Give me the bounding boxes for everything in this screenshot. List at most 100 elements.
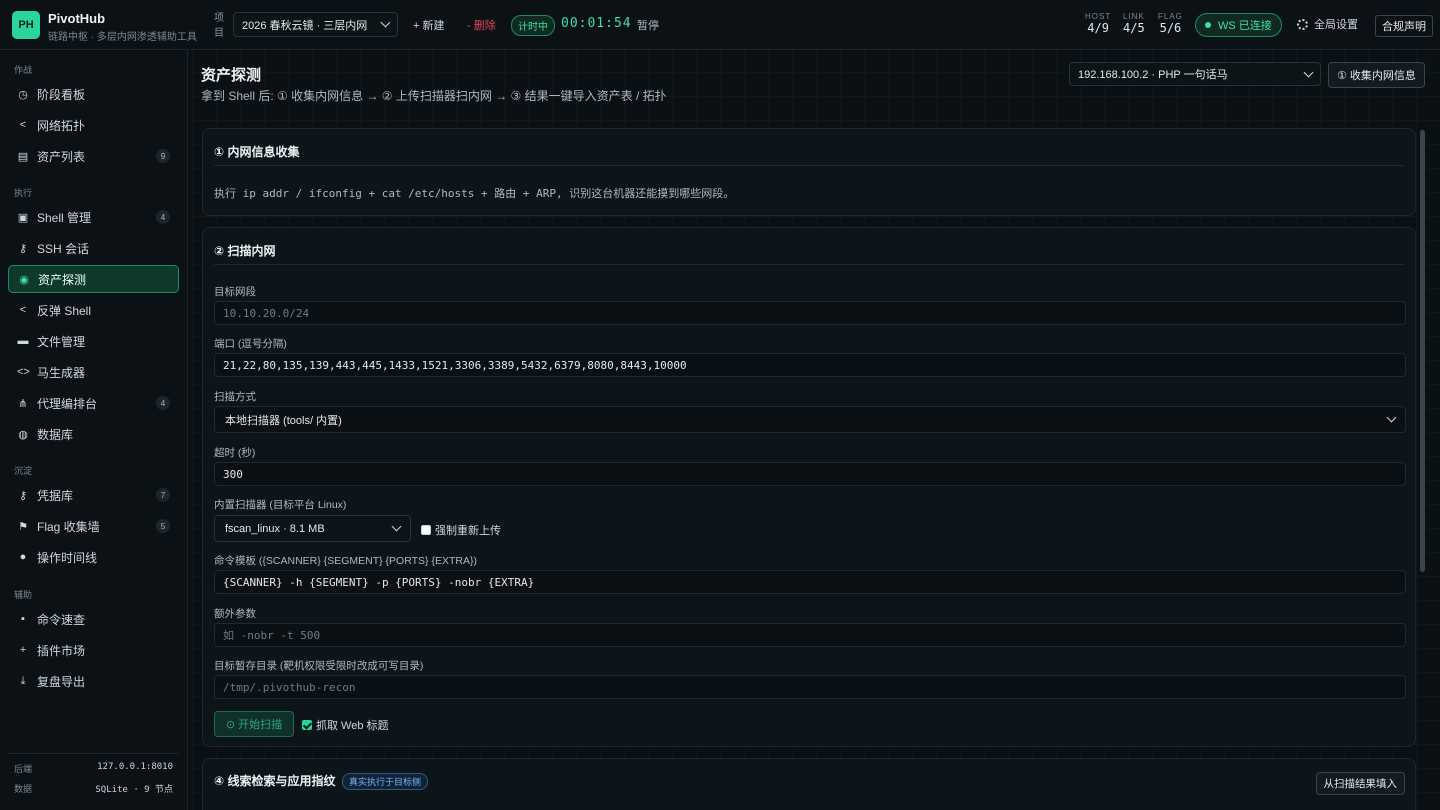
sidebar-footer: 后端 127.0.0.1:8010 数据 SQLite · 9 节点 bbox=[8, 753, 179, 802]
sidebar-item-plugins[interactable]: + 插件市场 bbox=[8, 636, 179, 664]
sidebar-item-label: 复盘导出 bbox=[37, 674, 86, 689]
card-title: ④ 线索检索与应用指纹 bbox=[214, 774, 336, 788]
sidebar-group-combat: 作战 bbox=[14, 65, 33, 75]
sidebar-item-label: SSH 会话 bbox=[37, 241, 90, 256]
divider bbox=[214, 165, 1404, 166]
page-subtitle: 拿到 Shell 后: ① 收集内网信息 → ② 上传扫描器扫内网 → ③ 结果… bbox=[201, 89, 667, 103]
force-upload-label: 强制重新上传 bbox=[435, 525, 501, 537]
sidebar-item-stage-board[interactable]: ◷ 阶段看板 bbox=[8, 80, 179, 108]
segment-input[interactable]: 10.10.20.0/24 bbox=[214, 301, 1406, 325]
main-scrollbar[interactable] bbox=[1420, 130, 1425, 572]
start-scan-button[interactable]: ⊙ 开始扫描 bbox=[214, 711, 294, 737]
globe-icon: ◉ bbox=[19, 273, 29, 286]
delete-project-button[interactable]: - 删除 bbox=[467, 17, 496, 33]
backend-label: 后端 bbox=[14, 764, 33, 774]
target-shell-select[interactable]: 192.168.100.2 · PHP 一句话马 bbox=[1069, 62, 1321, 86]
sidebar-item-label: 代理编排台 bbox=[37, 396, 98, 411]
sidebar-item-timeline[interactable]: ● 操作时间线 bbox=[8, 543, 179, 571]
scan-method-value: 本地扫描器 (tools/ 内置) bbox=[225, 414, 342, 427]
pause-button[interactable]: 暂停 bbox=[637, 17, 659, 33]
sidebar-item-label: 插件市场 bbox=[37, 643, 86, 658]
sidebar-item-label: 文件管理 bbox=[37, 334, 86, 349]
grab-title-checkbox[interactable]: 抓取 Web 标题 bbox=[302, 717, 389, 733]
code-icon: <> bbox=[17, 366, 30, 378]
sidebar-item-flags[interactable]: ⚑ Flag 收集墙 5 bbox=[8, 512, 179, 540]
timeline-icon: ● bbox=[19, 551, 27, 563]
execution-tag: 真实执行于目标侧 bbox=[342, 773, 429, 790]
collect-intranet-button[interactable]: ① 收集内网信息 bbox=[1328, 62, 1425, 88]
new-project-button[interactable]: + 新建 bbox=[413, 17, 444, 33]
template-input[interactable]: {SCANNER} -h {SEGMENT} -p {PORTS} -nobr … bbox=[214, 570, 1406, 594]
flag-stat-label: FLAG bbox=[1158, 12, 1183, 21]
sidebar-item-topology[interactable]: < 网络拓扑 bbox=[8, 111, 179, 139]
sidebar-item-ssh[interactable]: ⚷ SSH 会话 bbox=[8, 234, 179, 262]
count-badge: 4 bbox=[156, 396, 170, 410]
card-title: ② 扫描内网 bbox=[214, 244, 276, 258]
clock-icon: ◷ bbox=[18, 88, 28, 101]
sidebar-item-asset-discovery[interactable]: ◉ 资产探测 bbox=[8, 265, 179, 293]
sidebar-item-reverse-shell[interactable]: < 反弹 Shell bbox=[8, 296, 179, 324]
share-icon: < bbox=[19, 304, 27, 316]
terminal-icon: ▣ bbox=[17, 211, 29, 224]
sidebar-item-shell[interactable]: ▣ Shell 管理 4 bbox=[8, 203, 179, 231]
sidebar-item-label: 资产列表 bbox=[37, 149, 86, 164]
settings-button[interactable]: 全局设置 bbox=[1297, 16, 1358, 32]
sidebar-item-label: 阶段看板 bbox=[37, 87, 86, 102]
database-icon: ◍ bbox=[18, 428, 28, 441]
sidebar-item-label: 命令速查 bbox=[37, 612, 86, 627]
sidebar-item-label: 凭据库 bbox=[37, 488, 74, 503]
compliance-button[interactable]: 合规声明 bbox=[1375, 15, 1433, 37]
scan-method-select[interactable]: 本地扫描器 (tools/ 内置) bbox=[214, 406, 1406, 433]
backend-info: 后端 127.0.0.1:8010 bbox=[8, 762, 179, 775]
tmpdir-label: 目标暂存目录 (靶机权限受限时改成可写目录) bbox=[214, 660, 424, 672]
sidebar-item-label: Flag 收集墙 bbox=[37, 519, 100, 534]
segment-label: 目标网段 bbox=[214, 286, 256, 298]
sidebar-group-exec: 执行 bbox=[14, 188, 33, 198]
timer-status-badge: 计时中 bbox=[511, 15, 555, 36]
card-description: 执行 ip addr / ifconfig + cat /etc/hosts +… bbox=[214, 187, 735, 200]
ws-status-text: WS 已连接 bbox=[1218, 20, 1272, 32]
scan-method-label: 扫描方式 bbox=[214, 391, 256, 403]
count-badge: 7 bbox=[156, 488, 170, 502]
settings-label: 全局设置 bbox=[1314, 19, 1358, 31]
app-logo: PH bbox=[12, 11, 40, 39]
force-upload-checkbox[interactable]: 强制重新上传 bbox=[421, 522, 501, 538]
book-icon: ▪ bbox=[21, 613, 25, 625]
app-subtitle: 链路中枢 · 多层内网渗透辅助工具 bbox=[48, 32, 197, 43]
scanner-select[interactable]: fscan_linux · 8.1 MB bbox=[214, 515, 411, 542]
ports-input[interactable]: 21,22,80,135,139,443,445,1433,1521,3306,… bbox=[214, 353, 1406, 377]
grab-title-label: 抓取 Web 标题 bbox=[316, 720, 389, 732]
sidebar-item-export[interactable]: ⤓ 复盘导出 bbox=[8, 667, 179, 695]
timeout-input[interactable]: 300 bbox=[214, 462, 1406, 486]
timer-display: 00:01:54 bbox=[561, 16, 632, 31]
plus-icon: + bbox=[19, 644, 27, 656]
count-badge: 5 bbox=[156, 519, 170, 533]
tmpdir-input[interactable]: /tmp/.pivothub-recon bbox=[214, 675, 1406, 699]
share-icon: < bbox=[19, 119, 27, 131]
sidebar-group-archive: 沉淀 bbox=[14, 466, 33, 476]
template-label: 命令模板 ({SCANNER} {SEGMENT} {PORTS} {EXTRA… bbox=[214, 555, 477, 567]
sidebar-item-credentials[interactable]: ⚷ 凭据库 7 bbox=[8, 481, 179, 509]
key-icon: ⚷ bbox=[18, 489, 28, 502]
server-icon: ▤ bbox=[17, 150, 29, 163]
fill-from-scan-button[interactable]: 从扫描结果填入 bbox=[1315, 772, 1405, 795]
sidebar-item-cheatsheet[interactable]: ▪ 命令速查 bbox=[8, 605, 179, 633]
link-stat: LINK 4/5 bbox=[1123, 12, 1145, 35]
data-value: SQLite · 9 节点 bbox=[95, 785, 173, 795]
clue-fingerprint-card: ④ 线索检索与应用指纹 真实执行于目标侧 从扫描结果填入 bbox=[202, 758, 1416, 810]
chevron-down-icon bbox=[1303, 67, 1314, 77]
download-icon: ⤓ bbox=[20, 674, 26, 687]
flag-stat-value: 5/6 bbox=[1159, 21, 1182, 35]
sidebar-item-label: 网络拓扑 bbox=[37, 118, 86, 133]
sidebar-item-files[interactable]: ▬ 文件管理 bbox=[8, 327, 179, 355]
status-dot-icon bbox=[1205, 22, 1211, 28]
extra-args-input[interactable]: 如 -nobr -t 500 bbox=[214, 623, 1406, 647]
project-select[interactable]: 2026 春秋云镜 · 三层内网 bbox=[233, 12, 398, 37]
top-bar: PH PivotHub 链路中枢 · 多层内网渗透辅助工具 项目 2026 春秋… bbox=[0, 0, 1440, 50]
target-shell-value: 192.168.100.2 · PHP 一句话马 bbox=[1078, 69, 1228, 81]
sidebar-item-label: 马生成器 bbox=[37, 365, 86, 380]
sidebar-item-database[interactable]: ◍ 数据库 bbox=[8, 420, 179, 448]
sidebar-item-proxy[interactable]: ⋔ 代理编排台 4 bbox=[8, 389, 179, 417]
sidebar-item-assets[interactable]: ▤ 资产列表 9 bbox=[8, 142, 179, 170]
sidebar-item-payload-generator[interactable]: <> 马生成器 bbox=[8, 358, 179, 386]
